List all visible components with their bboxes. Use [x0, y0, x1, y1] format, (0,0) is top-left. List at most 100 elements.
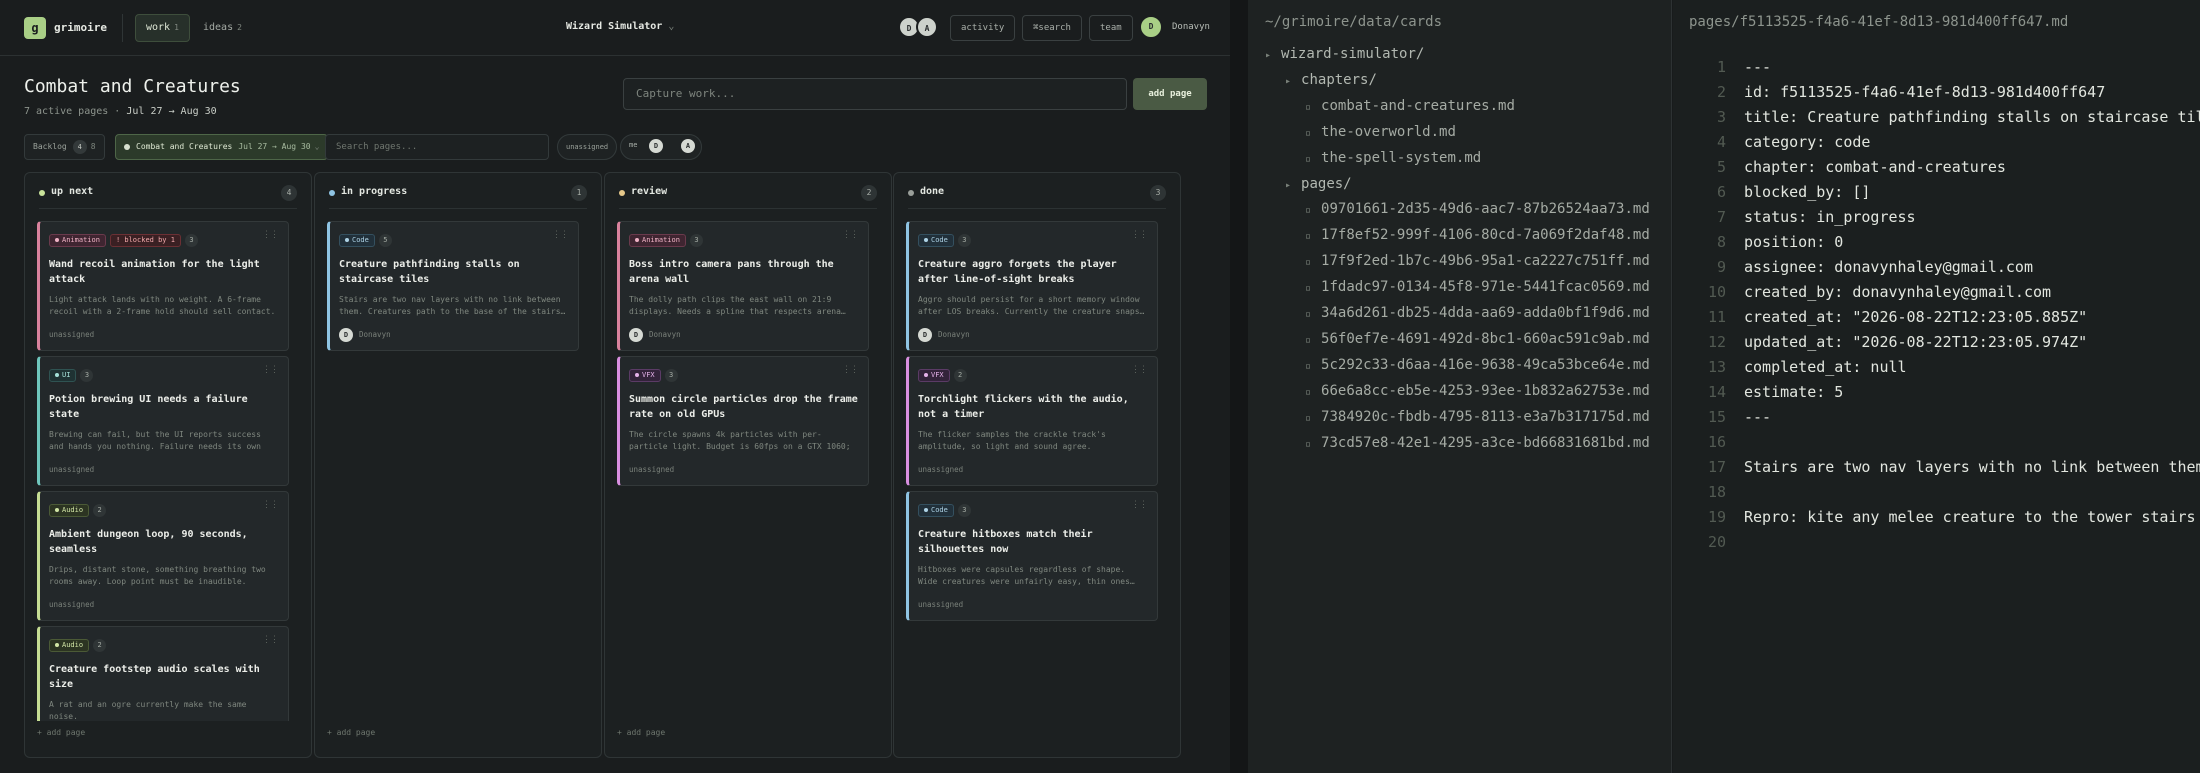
code-line[interactable]: 8 position: 0	[1673, 230, 1843, 255]
avatar[interactable]: A	[679, 137, 697, 155]
tree-folder-chapters[interactable]: ▸ chapters/	[1285, 72, 1377, 88]
code-line[interactable]: 19 Repro: kite any melee creature to the …	[1673, 505, 2200, 530]
filter-unassigned[interactable]: unassigned	[557, 134, 618, 160]
task-card[interactable]: ⋮⋮ Code 3 Creature aggro forgets the player…	[906, 221, 1158, 351]
team-button[interactable]: team	[1089, 15, 1133, 41]
tree-file[interactable]: ▫ 7384920c-fbdb-4795-8113-e3a7b317175d.md	[1305, 409, 1650, 425]
pane-divider[interactable]	[1230, 0, 1248, 773]
tree-item-label: combat-and-creatures.md	[1321, 98, 1515, 114]
page-title: Combat and Creatures	[24, 76, 241, 97]
category-tag: VFX	[918, 369, 950, 382]
code-line[interactable]: 6 blocked_by: []	[1673, 180, 1870, 205]
task-card[interactable]: ⋮⋮ Animation ! blocked by 1 3 Wand recoil an…	[37, 221, 289, 351]
code-line[interactable]: 1 ---	[1673, 55, 1771, 80]
tree-folder-root[interactable]: ▸ wizard-simulator/	[1265, 46, 1424, 62]
tree-file[interactable]: ▫ the-overworld.md	[1305, 124, 1456, 140]
tree-file[interactable]: ▫ 73cd57e8-42e1-4295-a3ce-bd66831681bd.md	[1305, 435, 1650, 451]
code-line[interactable]: 14 estimate: 5	[1673, 380, 1843, 405]
estimate-badge: 3	[957, 234, 971, 247]
tree-file[interactable]: ▫ 66e6a8cc-eb5e-4253-93ee-1b832a62753e.md	[1305, 383, 1650, 399]
code-line[interactable]: 10 created_by: donavynhaley@gmail.com	[1673, 280, 2051, 305]
tree-folder-pages[interactable]: ▸ pages/	[1285, 176, 1352, 192]
project-switcher[interactable]: Wizard Simulator ⌄	[566, 21, 674, 32]
task-card[interactable]: ⋮⋮ VFX 3 Summon circle particles drop the f…	[617, 356, 869, 486]
line-number: 20	[1707, 533, 1726, 551]
code-line[interactable]: 12 updated_at: "2026-08-22T12:23:05.974Z"	[1673, 330, 2087, 355]
code-line[interactable]: 20	[1673, 530, 1744, 555]
drag-handle-icon[interactable]: ⋮⋮	[1131, 230, 1148, 240]
drag-handle-icon[interactable]: ⋮⋮	[842, 365, 859, 375]
tree-file[interactable]: ▫ 5c292c33-d6aa-416e-9638-49ca53bce64e.md	[1305, 357, 1650, 373]
card-description: The dolly path clips the east wall on 21…	[629, 295, 846, 316]
tree-file[interactable]: ▫ 56f0ef7e-4691-492d-8bc1-660ac591c9ab.md	[1305, 331, 1650, 347]
filter-chapter-active[interactable]: Combat and Creatures Jul 27 → Aug 30 ⌄	[115, 134, 329, 160]
task-card[interactable]: ⋮⋮ Code 5 Creature pathfinding stalls on st…	[327, 221, 579, 351]
avatar: D	[339, 328, 353, 342]
task-card[interactable]: ⋮⋮ UI 3 Potion brewing UI needs a failure s…	[37, 356, 289, 486]
code-line[interactable]: 16	[1673, 430, 1744, 455]
capture-input[interactable]: Capture work...	[623, 78, 1127, 110]
line-content: created_at: "2026-08-22T12:23:05.885Z"	[1744, 308, 2088, 326]
drag-handle-icon[interactable]: ⋮⋮	[842, 230, 859, 240]
code-line[interactable]: 17 Stairs are two nav layers with no link…	[1673, 455, 2200, 480]
drag-handle-icon[interactable]: ⋮⋮	[262, 230, 279, 240]
code-line[interactable]: 15 ---	[1673, 405, 1771, 430]
card-description: Hitboxes were capsules regardless of sha…	[918, 565, 1135, 586]
task-card[interactable]: ⋮⋮ Code 3 Creature hitboxes match their sil…	[906, 491, 1158, 621]
line-content: Repro: kite any melee creature to the to…	[1744, 508, 2200, 526]
user-avatar[interactable]: D	[1139, 15, 1163, 39]
filter-backlog[interactable]: Backlog 4 8	[24, 134, 105, 160]
tree-file[interactable]: ▫ combat-and-creatures.md	[1305, 98, 1515, 114]
tree-item-label: wizard-simulator/	[1281, 46, 1425, 62]
search-pages-input[interactable]: Search pages...	[325, 134, 549, 160]
nav-tab-work[interactable]: work 1	[135, 14, 190, 42]
assignee-name: unassigned	[629, 465, 675, 474]
search-button[interactable]: ⌘search	[1022, 15, 1082, 41]
code-line[interactable]: 3 title: Creature pathfinding stalls on s…	[1673, 105, 2200, 130]
code-line[interactable]: 11 created_at: "2026-08-22T12:23:05.885Z"	[1673, 305, 2087, 330]
tree-file[interactable]: ▫ 34a6d261-db25-4dda-aa69-adda0bf1f9d6.md	[1305, 305, 1650, 321]
tree-file[interactable]: ▫ 09701661-2d35-49d6-aac7-87b26524aa73.md	[1305, 201, 1650, 217]
activity-button[interactable]: activity	[950, 15, 1016, 41]
drag-handle-icon[interactable]: ⋮⋮	[552, 230, 569, 240]
drag-handle-icon[interactable]: ⋮⋮	[262, 635, 279, 645]
line-content: updated_at: "2026-08-22T12:23:05.974Z"	[1744, 333, 2088, 351]
code-line[interactable]: 9 assignee: donavynhaley@gmail.com	[1673, 255, 2033, 280]
filter-me[interactable]: me	[629, 141, 637, 149]
code-line[interactable]: 18	[1673, 480, 1744, 505]
file-icon: ▫	[1305, 361, 1312, 372]
code-line[interactable]: 7 status: in_progress	[1673, 205, 1916, 230]
tree-file[interactable]: ▫ the-spell-system.md	[1305, 150, 1481, 166]
drag-handle-icon[interactable]: ⋮⋮	[1131, 500, 1148, 510]
task-card[interactable]: ⋮⋮ Audio 2 Ambient dungeon loop, 90 seconds…	[37, 491, 289, 621]
app-logo[interactable]: g	[24, 17, 46, 39]
drag-handle-icon[interactable]: ⋮⋮	[1131, 365, 1148, 375]
avatar[interactable]: A	[916, 16, 938, 38]
folder-chevron-icon: ▸	[1265, 50, 1272, 61]
task-card[interactable]: ⋮⋮ Animation 3 Boss intro camera pans throu…	[617, 221, 869, 351]
code-line[interactable]: 4 category: code	[1673, 130, 1870, 155]
code-line[interactable]: 2 id: f5113525-f4a6-41ef-8d13-981d400ff64…	[1673, 80, 2105, 105]
tree-file[interactable]: ▫ 1fdadc97-0134-45f8-971e-5441fcac0569.md	[1305, 279, 1650, 295]
add-page-link[interactable]: + add page	[327, 728, 375, 737]
code-line[interactable]: 5 chapter: combat-and-creatures	[1673, 155, 2006, 180]
add-page-button[interactable]: add page	[1133, 78, 1207, 110]
nav-tab-ideas[interactable]: ideas 2	[193, 14, 252, 42]
task-card[interactable]: ⋮⋮ Audio 2 Creature footstep audio scales w…	[37, 626, 289, 721]
date-range: Jul 27 → Aug 30	[126, 106, 217, 117]
avatar[interactable]: D	[647, 137, 665, 155]
tree-file[interactable]: ▫ 17f9f2ed-1b7c-49b6-95a1-ca2227c751ff.md	[1305, 253, 1650, 269]
file-icon: ▫	[1305, 102, 1312, 113]
drag-handle-icon[interactable]: ⋮⋮	[262, 365, 279, 375]
code-line[interactable]: 13 completed_at: null	[1673, 355, 1907, 380]
drag-handle-icon[interactable]: ⋮⋮	[262, 500, 279, 510]
card-assignee: D Donavyn	[629, 328, 858, 342]
user-name[interactable]: Donavyn	[1172, 22, 1210, 32]
tree-item-label: 09701661-2d35-49d6-aac7-87b26524aa73.md	[1321, 201, 1650, 217]
add-page-link[interactable]: + add page	[37, 728, 85, 737]
card-list: ⋮⋮ Animation ! blocked by 1 3 Wand recoil an…	[37, 221, 301, 721]
tree-file[interactable]: ▫ 17f8ef52-999f-4106-80cd-7a069f2daf48.md	[1305, 227, 1650, 243]
card-description: The circle spawns 4k particles with per-…	[629, 430, 851, 451]
add-page-link[interactable]: + add page	[617, 728, 665, 737]
task-card[interactable]: ⋮⋮ VFX 2 Torchlight flickers with the audio…	[906, 356, 1158, 486]
